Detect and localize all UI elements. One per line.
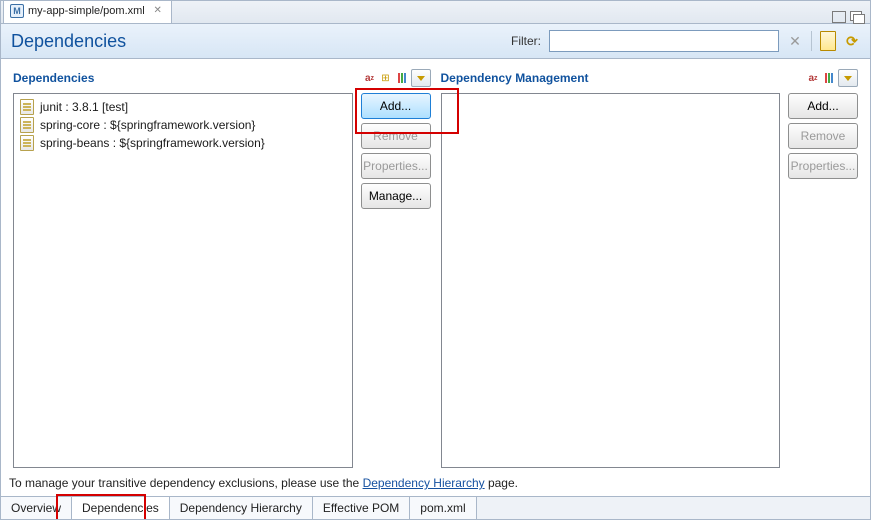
refresh-icon[interactable]: ⟳ xyxy=(844,33,860,49)
jar-icon xyxy=(20,99,34,115)
main-area: Dependencies az ⊞ junit : 3.8.1 [test] xyxy=(1,59,870,472)
properties-button[interactable]: Properties... xyxy=(788,153,858,179)
tab-dependency-hierarchy[interactable]: Dependency Hierarchy xyxy=(170,497,313,519)
manage-button[interactable]: Manage... xyxy=(361,183,431,209)
remove-button[interactable]: Remove xyxy=(788,123,858,149)
bottom-tabbar: Overview Dependencies Dependency Hierarc… xyxy=(1,496,870,519)
dependency-management-panel: Dependency Management az Add... Remove P… xyxy=(441,69,859,468)
list-item[interactable]: spring-core : ${springframework.version} xyxy=(16,116,350,134)
editor-root: M my-app-simple/pom.xml ✕ Dependencies F… xyxy=(0,0,871,520)
hint-suffix: page. xyxy=(485,476,518,490)
dependencies-buttons: Add... Remove Properties... Manage... xyxy=(361,93,431,468)
jar-icon xyxy=(20,117,34,133)
list-item-label: junit : 3.8.1 [test] xyxy=(40,100,128,114)
close-icon[interactable]: ✕ xyxy=(153,6,163,16)
dependency-hierarchy-link[interactable]: Dependency Hierarchy xyxy=(363,476,485,490)
jar-icon xyxy=(20,135,34,151)
tab-dependencies[interactable]: Dependencies xyxy=(72,497,170,519)
editor-tabbar: M my-app-simple/pom.xml ✕ xyxy=(1,1,870,24)
tree-icon[interactable]: ⊞ xyxy=(379,71,393,85)
tab-overview[interactable]: Overview xyxy=(1,497,72,519)
dependency-management-list[interactable] xyxy=(441,93,781,468)
editor-tab-title: my-app-simple/pom.xml xyxy=(28,5,145,17)
minimize-view-icon[interactable] xyxy=(832,11,846,23)
page-title: Dependencies xyxy=(11,31,503,52)
dependencies-list[interactable]: junit : 3.8.1 [test] spring-core : ${spr… xyxy=(13,93,353,468)
filter-label: Filter: xyxy=(511,34,541,48)
clear-filter-icon[interactable]: ✕ xyxy=(787,33,803,49)
maximize-view-icon[interactable] xyxy=(850,11,864,23)
list-item[interactable]: junit : 3.8.1 [test] xyxy=(16,98,350,116)
dependencies-panel: Dependencies az ⊞ junit : 3.8.1 [test] xyxy=(13,69,431,468)
add-button[interactable]: Add... xyxy=(361,93,431,119)
editor-tab[interactable]: M my-app-simple/pom.xml ✕ xyxy=(3,0,172,23)
add-button[interactable]: Add... xyxy=(788,93,858,119)
list-item-label: spring-beans : ${springframework.version… xyxy=(40,136,265,150)
list-item[interactable]: spring-beans : ${springframework.version… xyxy=(16,134,350,152)
sort-az-icon[interactable]: az xyxy=(806,71,820,85)
remove-button[interactable]: Remove xyxy=(361,123,431,149)
filter-input[interactable] xyxy=(549,30,779,52)
tab-effective-pom[interactable]: Effective POM xyxy=(313,497,410,519)
columns-icon[interactable] xyxy=(822,71,836,85)
hint-prefix: To manage your transitive dependency exc… xyxy=(9,476,363,490)
hint-text: To manage your transitive dependency exc… xyxy=(1,472,870,496)
page-header: Dependencies Filter: ✕ ⟳ xyxy=(1,24,870,59)
list-item-label: spring-core : ${springframework.version} xyxy=(40,118,255,132)
properties-button[interactable]: Properties... xyxy=(361,153,431,179)
sort-az-icon[interactable]: az xyxy=(363,71,377,85)
tab-pom-xml[interactable]: pom.xml xyxy=(410,497,476,519)
maven-file-icon: M xyxy=(10,4,24,18)
expand-panel-icon[interactable] xyxy=(838,69,858,87)
dependencies-title: Dependencies xyxy=(13,71,363,85)
open-pom-icon[interactable] xyxy=(820,31,836,51)
dependency-management-title: Dependency Management xyxy=(441,71,807,85)
expand-panel-icon[interactable] xyxy=(411,69,431,87)
dependency-management-buttons: Add... Remove Properties... xyxy=(788,93,858,468)
columns-icon[interactable] xyxy=(395,71,409,85)
